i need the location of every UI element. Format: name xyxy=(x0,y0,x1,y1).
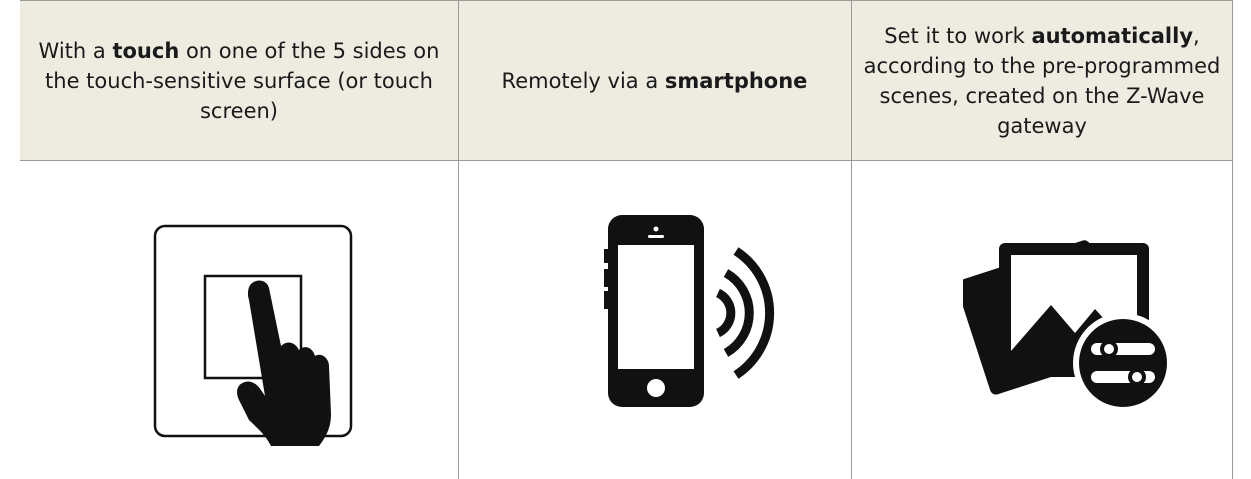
icon-cell-smartphone xyxy=(458,161,851,479)
icon-cell-automatic xyxy=(851,161,1233,479)
header-cell-smartphone: Remotely via a smartphone xyxy=(458,1,851,161)
header-text-bold: smartphone xyxy=(664,69,808,93)
header-text-before: Set it to work xyxy=(884,24,1032,48)
header-text-before: With a xyxy=(38,39,113,63)
smartphone-wireless-icon xyxy=(604,215,775,407)
header-cell-automatic: Set it to work automatically, according … xyxy=(851,1,1233,161)
header-text-bold: automatically xyxy=(1031,24,1194,48)
header-cell-touch: With a touch on one of the 5 sides on th… xyxy=(20,1,458,161)
table-header-row: With a touch on one of the 5 sides on th… xyxy=(20,0,1233,160)
control-methods-table: With a touch on one of the 5 sides on th… xyxy=(20,0,1233,479)
header-text-bold: touch xyxy=(112,39,180,63)
header-text-before: Remotely via a xyxy=(501,69,665,93)
icon-cell-touch xyxy=(20,161,458,479)
touch-panel-hand-icon xyxy=(153,224,353,446)
scenes-gallery-settings-icon xyxy=(963,240,1173,413)
